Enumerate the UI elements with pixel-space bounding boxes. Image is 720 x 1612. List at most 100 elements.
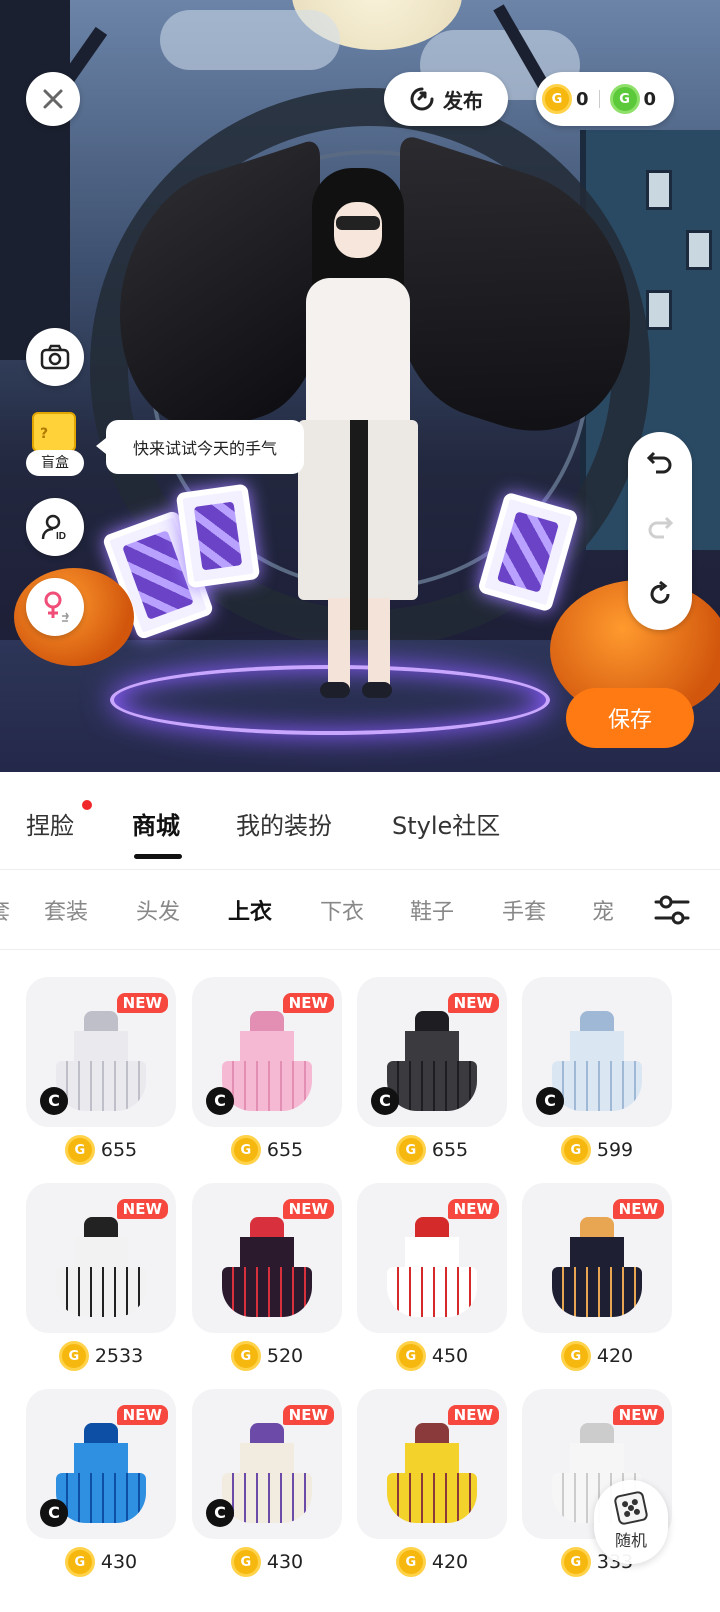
item-thumbnail[interactable]: NEW bbox=[26, 1183, 176, 1333]
id-icon: ID bbox=[41, 514, 66, 542]
gold-coin-icon: G bbox=[542, 84, 572, 114]
tab-face-label: 捏脸 bbox=[26, 812, 74, 840]
item-thumbnail[interactable]: NEW C bbox=[26, 977, 176, 1127]
new-badge: NEW bbox=[447, 1405, 499, 1425]
new-badge: NEW bbox=[116, 993, 168, 1013]
category-tab-pets[interactable]: 宠 bbox=[592, 894, 614, 926]
currency-display[interactable]: G 0 G 0 bbox=[536, 72, 674, 126]
price-amount: 430 bbox=[100, 1551, 138, 1573]
shop-item[interactable]: NEW C G 655 bbox=[26, 977, 176, 1177]
category-tab-shoes[interactable]: 鞋子 bbox=[410, 894, 454, 926]
price-amount: 655 bbox=[100, 1139, 138, 1161]
item-thumbnail[interactable]: NEW C bbox=[192, 977, 342, 1127]
shop-item[interactable]: NEW C G 430 bbox=[192, 1389, 342, 1589]
id-button[interactable]: ID bbox=[26, 498, 84, 556]
blind-box-button[interactable]: 盲盒 bbox=[26, 412, 84, 476]
category-tab-sets[interactable]: 套装 bbox=[44, 894, 88, 926]
notification-dot bbox=[82, 800, 92, 810]
blind-box-tooltip: 快来试试今天的手气 bbox=[96, 420, 304, 474]
tab-my-outfits[interactable]: 我的装扮 bbox=[236, 806, 332, 841]
close-icon bbox=[43, 89, 63, 109]
item-price: G 2533 bbox=[26, 1341, 176, 1371]
cloud bbox=[160, 10, 340, 70]
item-price: G 599 bbox=[522, 1135, 672, 1165]
creator-icon: C bbox=[40, 1087, 68, 1115]
redo-icon[interactable] bbox=[646, 514, 674, 545]
item-price: G 655 bbox=[192, 1135, 342, 1165]
save-button[interactable]: 保存 bbox=[566, 688, 694, 748]
shop-item[interactable]: NEW C G 655 bbox=[357, 977, 507, 1177]
item-thumbnail[interactable]: NEW bbox=[357, 1183, 507, 1333]
new-badge: NEW bbox=[282, 1199, 334, 1219]
filter-icon[interactable] bbox=[652, 892, 692, 928]
tab-my-outfits-label: 我的装扮 bbox=[236, 812, 332, 840]
gold-coin-icon: G bbox=[560, 1341, 591, 1371]
close-button[interactable] bbox=[26, 72, 80, 126]
active-tab-underline bbox=[134, 854, 182, 859]
item-price: G 430 bbox=[26, 1547, 176, 1577]
price-amount: 599 bbox=[596, 1139, 634, 1161]
shop-item[interactable]: NEW G 520 bbox=[192, 1183, 342, 1383]
publish-label: 发布 bbox=[443, 88, 483, 113]
character-mask bbox=[336, 216, 380, 230]
garment-image bbox=[387, 1011, 477, 1111]
gold-coin-icon: G bbox=[64, 1135, 95, 1165]
shop-item[interactable]: NEW C G 655 bbox=[192, 977, 342, 1177]
garment-image bbox=[222, 1011, 312, 1111]
item-thumbnail[interactable]: NEW bbox=[357, 1389, 507, 1539]
publish-button[interactable]: 发布 bbox=[384, 72, 508, 126]
item-thumbnail[interactable]: NEW bbox=[522, 1183, 672, 1333]
new-badge: NEW bbox=[116, 1405, 168, 1425]
svg-text:ID: ID bbox=[56, 531, 66, 542]
gold-coin-icon: G bbox=[64, 1547, 95, 1577]
shop-item[interactable]: NEW G 420 bbox=[522, 1183, 672, 1383]
garment-image bbox=[387, 1217, 477, 1317]
new-badge: NEW bbox=[116, 1199, 168, 1219]
tab-shop-label: 商城 bbox=[132, 812, 180, 840]
tab-style-community[interactable]: Style社区 bbox=[392, 806, 500, 841]
camera-button[interactable] bbox=[26, 328, 84, 386]
item-thumbnail[interactable]: NEW bbox=[192, 1183, 342, 1333]
price-amount: 450 bbox=[431, 1345, 469, 1367]
item-thumbnail[interactable]: NEW C bbox=[192, 1389, 342, 1539]
house-window bbox=[686, 230, 712, 270]
shop-item[interactable]: NEW C G 430 bbox=[26, 1389, 176, 1589]
garment-image bbox=[387, 1423, 477, 1523]
tab-face[interactable]: 捏脸 bbox=[26, 800, 92, 841]
shop-item[interactable]: NEW G 450 bbox=[357, 1183, 507, 1383]
category-tab-tops[interactable]: 上衣 bbox=[228, 894, 272, 926]
category-tab-bar: 套 套装 头发 上衣 下衣 鞋子 手套 宠 bbox=[0, 870, 720, 950]
category-tab-bottoms[interactable]: 下衣 bbox=[320, 894, 364, 926]
garment-image bbox=[56, 1011, 146, 1111]
item-price: G 450 bbox=[357, 1341, 507, 1371]
category-tab-gloves[interactable]: 手套 bbox=[502, 894, 546, 926]
random-button[interactable]: 随机 bbox=[594, 1480, 668, 1564]
shop-item[interactable]: NEW G 2533 bbox=[26, 1183, 176, 1383]
category-tab-hair[interactable]: 头发 bbox=[136, 894, 180, 926]
item-thumbnail[interactable]: C bbox=[522, 977, 672, 1127]
item-thumbnail[interactable]: NEW C bbox=[357, 977, 507, 1127]
garment-image bbox=[552, 1011, 642, 1111]
character-sash bbox=[350, 420, 368, 630]
gold-coin-icon: G bbox=[230, 1341, 261, 1371]
item-thumbnail[interactable]: NEW C bbox=[26, 1389, 176, 1539]
shop-item[interactable]: NEW G 420 bbox=[357, 1389, 507, 1589]
gold-coin-icon: G bbox=[395, 1547, 426, 1577]
tab-style-community-label: Style社区 bbox=[392, 812, 501, 840]
garment-image bbox=[56, 1217, 146, 1317]
undo-icon[interactable] bbox=[646, 449, 674, 480]
character-shoe bbox=[320, 682, 350, 698]
blind-box-icon bbox=[32, 412, 76, 452]
category-tab[interactable]: 套 bbox=[0, 894, 10, 926]
tooltip-text: 快来试试今天的手气 bbox=[132, 439, 277, 458]
history-controls bbox=[628, 432, 692, 630]
gender-switch-button[interactable] bbox=[26, 578, 84, 636]
shop-item[interactable]: C G 599 bbox=[522, 977, 672, 1177]
garment-image bbox=[552, 1217, 642, 1317]
save-label: 保存 bbox=[607, 708, 652, 733]
gold-coin-icon: G bbox=[395, 1341, 426, 1371]
price-amount: 655 bbox=[431, 1139, 469, 1161]
reset-icon[interactable] bbox=[646, 580, 674, 613]
tab-shop[interactable]: 商城 bbox=[132, 806, 182, 859]
character-shoe bbox=[362, 682, 392, 698]
